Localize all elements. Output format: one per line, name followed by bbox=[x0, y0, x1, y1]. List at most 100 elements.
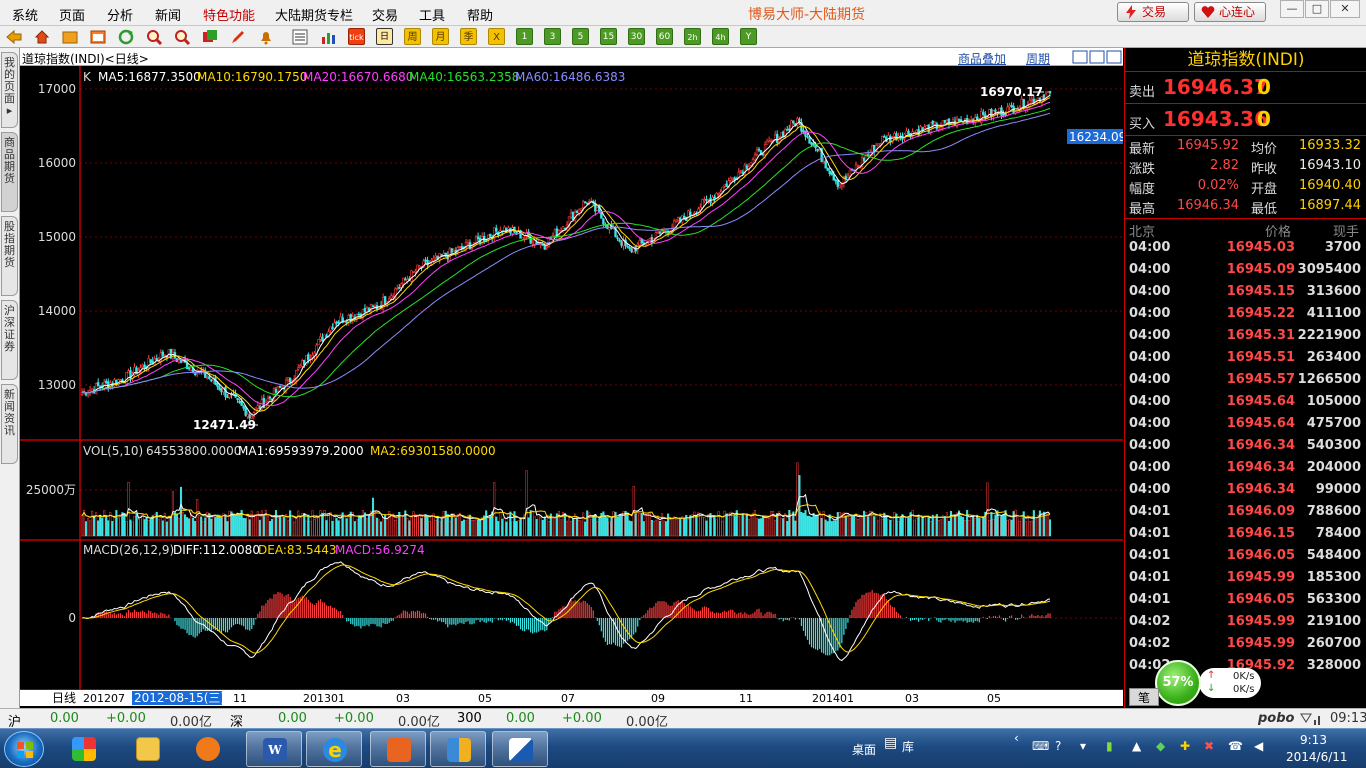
restore-panel-icon[interactable] bbox=[1072, 50, 1088, 64]
network-speed-widget[interactable]: ↑ 0K/s ↓ 0K/s 57% bbox=[1155, 660, 1261, 706]
menu-tools[interactable]: 工具 bbox=[419, 5, 445, 24]
taskbar-app-word[interactable]: W bbox=[246, 731, 302, 767]
tick-tab[interactable]: 笔 bbox=[1129, 688, 1159, 706]
tick-row[interactable]: 04:00 16946.34 540300 bbox=[1125, 438, 1366, 460]
window-layout-icon[interactable] bbox=[202, 29, 218, 45]
taskbar-app-ie[interactable]: e bbox=[306, 731, 362, 767]
tray-up-icon[interactable]: ▲ bbox=[1132, 739, 1141, 753]
taskbar-app-boyi[interactable] bbox=[492, 731, 548, 767]
tick-row[interactable]: 04:00 16945.31 2221900 bbox=[1125, 328, 1366, 350]
ask-row[interactable]: 卖出 16946.37 0 bbox=[1125, 73, 1366, 104]
kline-chart[interactable]: K MA5:16877.3500 MA10:16790.1750 MA20:16… bbox=[20, 66, 1123, 706]
tick-row[interactable]: 04:00 16945.64 105000 bbox=[1125, 394, 1366, 416]
zoom-out-icon[interactable] bbox=[174, 29, 190, 45]
tick-row[interactable]: 04:00 16945.57 1266500 bbox=[1125, 372, 1366, 394]
taskbar-app-books[interactable] bbox=[430, 731, 486, 767]
clock-date[interactable]: 2014/6/11 bbox=[1286, 750, 1348, 764]
tick-row[interactable]: 04:00 16945.09 3095400 bbox=[1125, 262, 1366, 284]
taskbar-app-home[interactable] bbox=[370, 731, 426, 767]
period-quarterly-button[interactable]: 季 bbox=[460, 28, 477, 45]
period-yearly-button[interactable]: Y bbox=[740, 28, 757, 45]
menu-news[interactable]: 新闻 bbox=[155, 5, 181, 24]
period-1min-button[interactable]: 1 bbox=[516, 28, 533, 45]
tray-expand-icon[interactable]: ‹ bbox=[1014, 731, 1019, 745]
bid-row[interactable]: 买入 16943.36 0 bbox=[1125, 105, 1366, 136]
tab-news[interactable]: 新闻资讯 bbox=[1, 384, 18, 464]
clock-time[interactable]: 9:13 bbox=[1300, 733, 1327, 747]
tick-chart-button[interactable]: tick bbox=[348, 28, 365, 45]
taskbar-app-picasa[interactable] bbox=[56, 731, 112, 767]
tick-row[interactable]: 04:01 16946.05 563300 bbox=[1125, 592, 1366, 614]
close-button[interactable]: ✕ bbox=[1330, 0, 1360, 18]
tick-row[interactable]: 04:00 16945.22 411100 bbox=[1125, 306, 1366, 328]
period-daily-button[interactable]: 日 bbox=[376, 28, 393, 45]
trade-button[interactable]: 交易 bbox=[1117, 2, 1189, 22]
menu-system[interactable]: 系统 bbox=[12, 5, 38, 24]
menu-trade[interactable]: 交易 bbox=[372, 5, 398, 24]
tab-securities[interactable]: 沪深证券 bbox=[1, 300, 18, 380]
period-weekly-button[interactable]: 周 bbox=[404, 28, 421, 45]
tab-my-page[interactable]: 我的页面 ▸ bbox=[1, 52, 18, 128]
tick-row[interactable]: 04:00 16945.51 263400 bbox=[1125, 350, 1366, 372]
menu-help[interactable]: 帮助 bbox=[467, 5, 493, 24]
tab-commodity-futures[interactable]: 商品期货 bbox=[1, 132, 18, 212]
taskbar-app-explorer[interactable] bbox=[120, 731, 176, 767]
home-icon[interactable] bbox=[34, 29, 50, 45]
desktop-label[interactable]: 桌面 bbox=[852, 741, 876, 758]
maximize-button[interactable]: □ bbox=[1305, 0, 1329, 18]
period-3min-button[interactable]: 3 bbox=[544, 28, 561, 45]
list-view-icon[interactable] bbox=[292, 29, 308, 45]
close-panel-icon[interactable] bbox=[1106, 50, 1122, 64]
period-link[interactable]: 周期 bbox=[1026, 50, 1050, 67]
menu-page[interactable]: 页面 bbox=[59, 5, 85, 24]
tray-arrow-icon[interactable]: ▾ bbox=[1080, 739, 1086, 753]
keyboard-icon[interactable]: ⌨ bbox=[1032, 739, 1049, 753]
period-2h-button[interactable]: 2h bbox=[684, 28, 701, 45]
tick-row[interactable]: 04:01 16946.05 548400 bbox=[1125, 548, 1366, 570]
tick-row[interactable]: 04:00 16946.34 204000 bbox=[1125, 460, 1366, 482]
tick-row[interactable]: 04:00 16946.34 99000 bbox=[1125, 482, 1366, 504]
volume-icon[interactable]: ◀ bbox=[1254, 739, 1263, 753]
expand-panel-icon[interactable] bbox=[1089, 50, 1105, 64]
antivirus-icon[interactable]: ✚ bbox=[1180, 739, 1190, 753]
tick-row[interactable]: 04:00 16945.64 475700 bbox=[1125, 416, 1366, 438]
bar-chart-icon[interactable] bbox=[320, 29, 336, 45]
battery-icon[interactable]: ▮ bbox=[1106, 739, 1113, 753]
zoom-in-icon[interactable] bbox=[146, 29, 162, 45]
period-5min-button[interactable]: 5 bbox=[572, 28, 589, 45]
help-icon[interactable]: ? bbox=[1055, 739, 1061, 753]
menu-futures-column[interactable]: 大陆期货专栏 bbox=[275, 5, 353, 24]
chart-window-icon[interactable] bbox=[90, 30, 106, 44]
period-30min-button[interactable]: 30 bbox=[628, 28, 645, 45]
network-error-icon[interactable]: ✖ bbox=[1204, 739, 1214, 753]
tick-row[interactable]: 04:01 16946.09 788600 bbox=[1125, 504, 1366, 526]
draw-pen-icon[interactable] bbox=[230, 29, 246, 45]
commodity-overlay-link[interactable]: 商品叠加 bbox=[958, 50, 1006, 67]
tick-row[interactable]: 04:00 16945.03 3700 bbox=[1125, 240, 1366, 262]
start-button[interactable] bbox=[4, 731, 44, 767]
refresh-icon[interactable] bbox=[118, 29, 134, 45]
tab-index-futures[interactable]: 股指期货 bbox=[1, 216, 18, 296]
menu-analysis[interactable]: 分析 bbox=[107, 5, 133, 24]
period-15min-button[interactable]: 15 bbox=[600, 28, 617, 45]
period-60min-button[interactable]: 60 bbox=[656, 28, 673, 45]
tick-row[interactable]: 04:01 16945.99 185300 bbox=[1125, 570, 1366, 592]
taskbar-app-media[interactable] bbox=[180, 731, 236, 767]
menu-features[interactable]: 特色功能 bbox=[203, 5, 255, 24]
alarm-bell-icon[interactable] bbox=[258, 29, 274, 45]
tick-row[interactable]: 04:02 16945.99 260700 bbox=[1125, 636, 1366, 658]
tick-row[interactable]: 04:00 16945.15 313600 bbox=[1125, 284, 1366, 306]
desktop-folder-icon[interactable]: ▤ bbox=[884, 735, 897, 751]
library-label[interactable]: 库 bbox=[902, 738, 914, 755]
phone-icon[interactable]: ☎ bbox=[1228, 739, 1243, 753]
back-arrow-icon[interactable] bbox=[6, 29, 22, 45]
minimize-button[interactable]: — bbox=[1280, 0, 1304, 18]
security-shield-icon[interactable]: ◆ bbox=[1156, 739, 1165, 753]
tick-row[interactable]: 04:02 16945.99 219100 bbox=[1125, 614, 1366, 636]
period-monthly-button[interactable]: 月 bbox=[432, 28, 449, 45]
period-custom-button[interactable]: X bbox=[488, 28, 505, 45]
xinlian-button[interactable]: 心连心 bbox=[1194, 2, 1266, 22]
period-4h-button[interactable]: 4h bbox=[712, 28, 729, 45]
tick-row[interactable]: 04:01 16946.15 78400 bbox=[1125, 526, 1366, 548]
folder-icon[interactable] bbox=[62, 30, 78, 44]
